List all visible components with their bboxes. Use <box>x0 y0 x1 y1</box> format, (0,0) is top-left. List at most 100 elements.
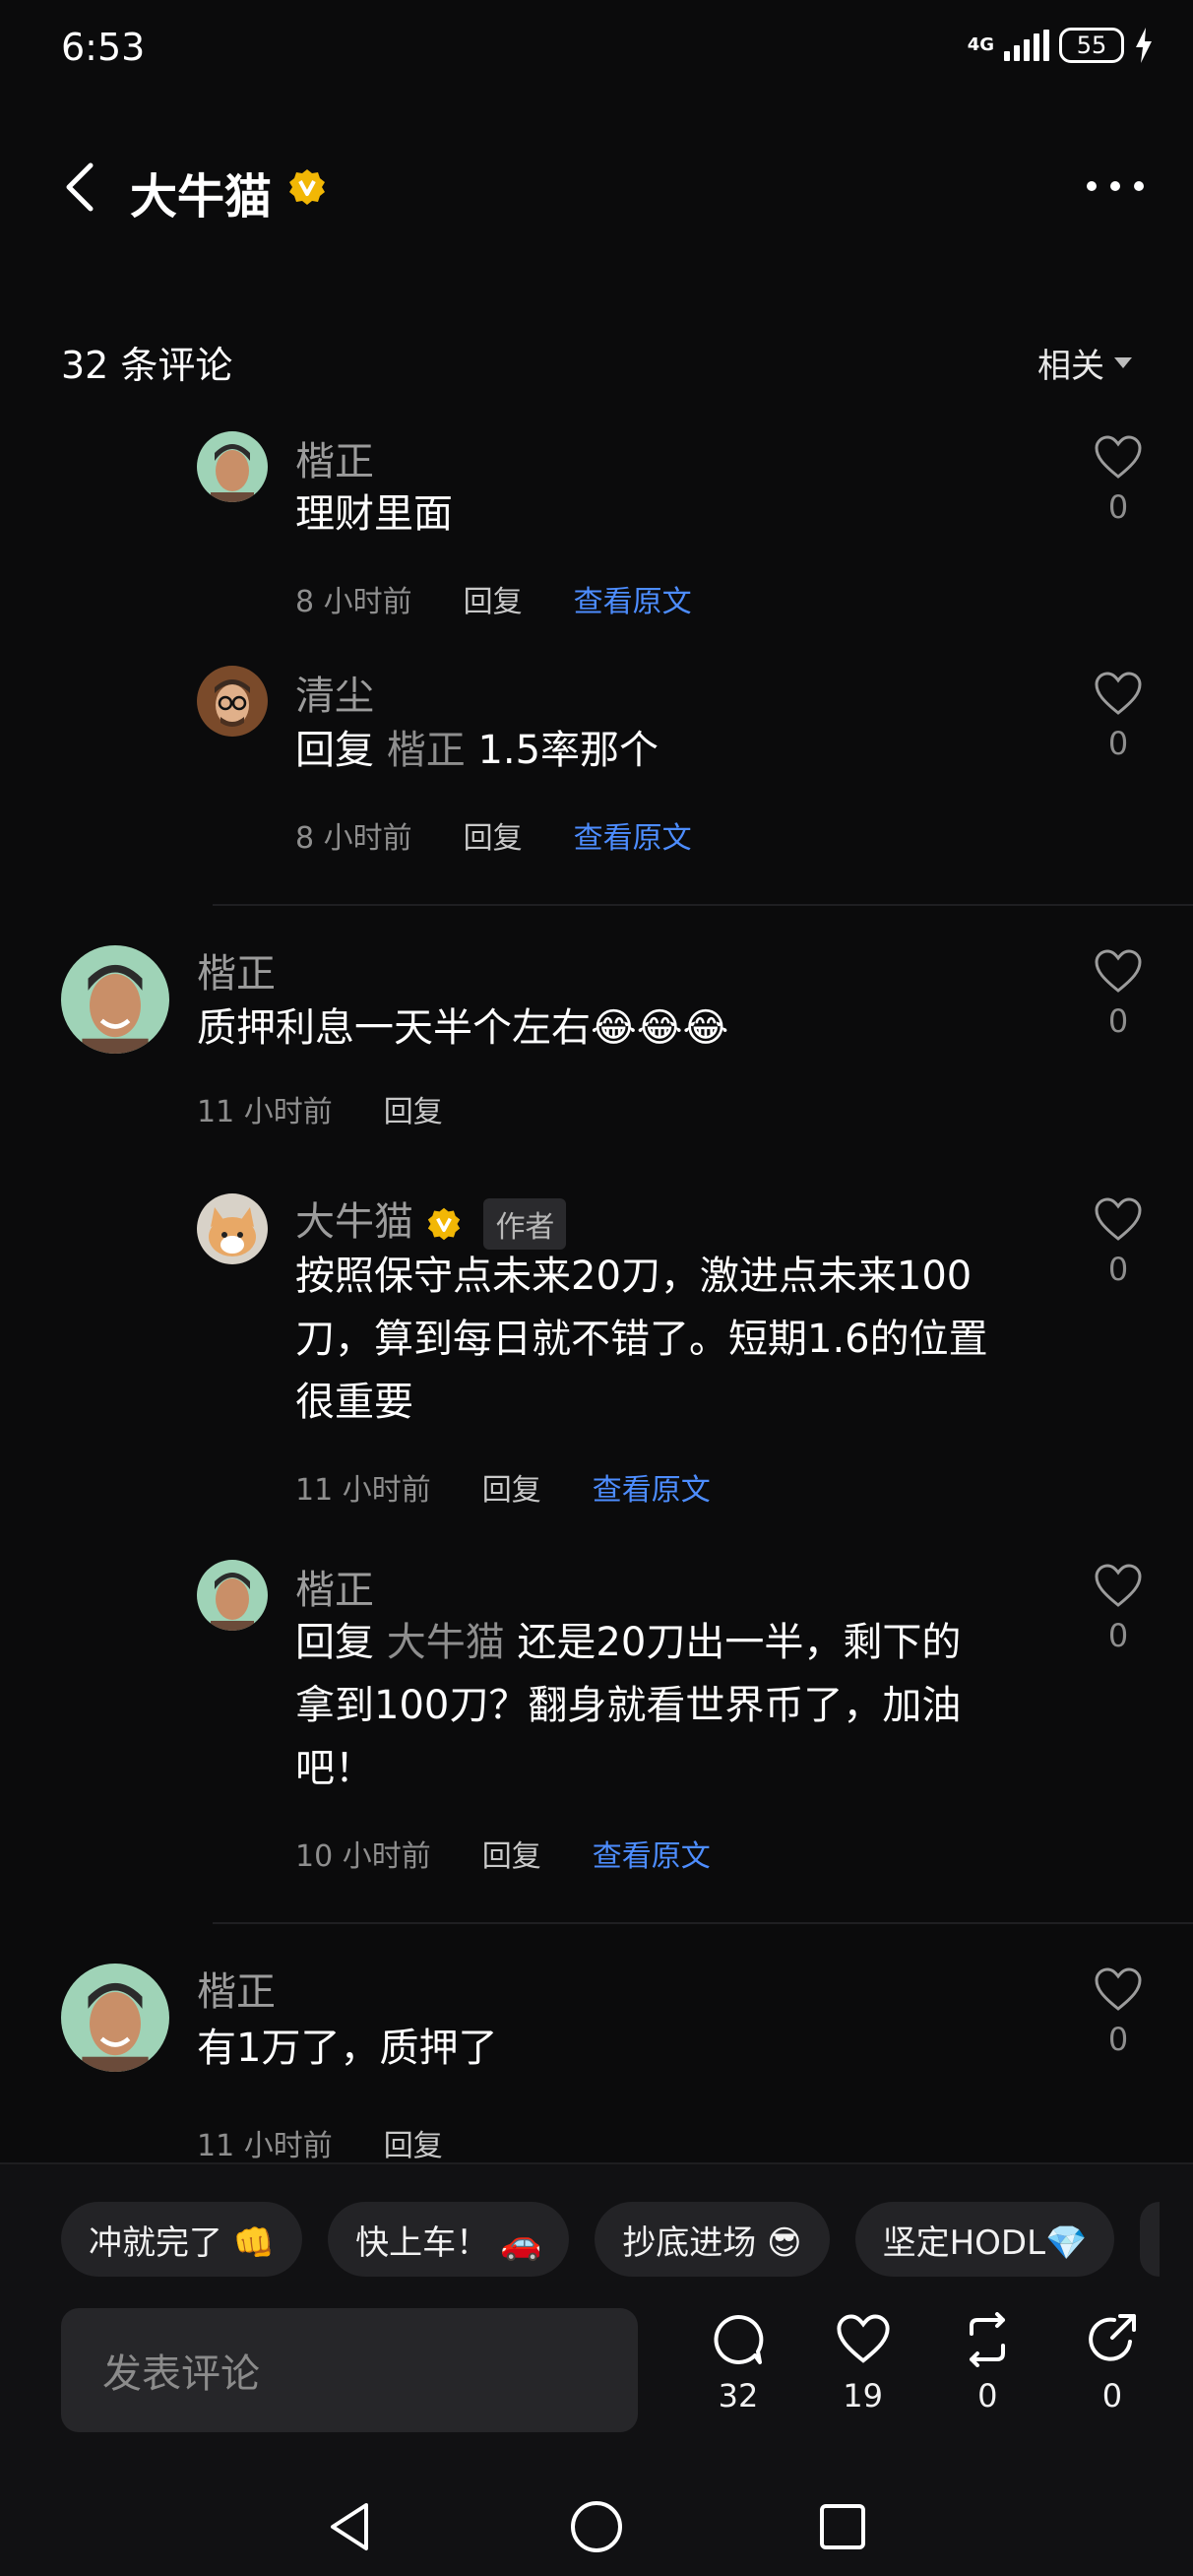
avatar[interactable] <box>197 1193 268 1264</box>
avatar[interactable] <box>197 1560 268 1631</box>
comment-time: 8 小时前 <box>295 585 412 619</box>
avatar[interactable] <box>61 1964 169 2072</box>
heart-icon <box>837 2314 890 2363</box>
bottom-panel: 冲就完了 👊 快上车！ 🚗 抄底进场 😎 坚定HODL💎 发表评论 32 19 … <box>0 2162 1193 2576</box>
view-original-link[interactable]: 查看原文 <box>593 1832 711 1875</box>
verified-badge-icon <box>427 1207 460 1241</box>
reply-button[interactable]: 回复 <box>482 1465 541 1509</box>
status-time: 6:53 <box>61 26 146 69</box>
view-original-link[interactable]: 查看原文 <box>574 813 692 857</box>
like-count: 0 <box>1107 2021 1129 2058</box>
comment-text: 有1万了，质押了 <box>197 2026 498 2071</box>
avatar[interactable] <box>197 431 268 502</box>
chevron-down-icon <box>1114 357 1132 368</box>
comment-text: 按照保守点未来20刀，激进点未来100 刀，算到每日就不错了。短期1.6的位置 … <box>295 1245 988 1434</box>
quick-reply-chip[interactable]: 快上车！ 🚗 <box>328 2202 570 2277</box>
avatar[interactable] <box>197 666 268 737</box>
heart-icon <box>1095 1197 1142 1241</box>
comment-text: 质押利息一天半个左右😂😂😂 <box>197 1005 729 1051</box>
comment-author: 大牛猫 作者 <box>295 1190 567 1250</box>
system-nav-bar <box>0 2478 1193 2576</box>
heart-icon <box>1095 1564 1142 1607</box>
comment-author[interactable]: 楷正 <box>197 1960 276 2017</box>
like-button[interactable]: 0 <box>1087 1967 1150 2058</box>
page-title: 大牛猫 <box>130 169 273 225</box>
like-button[interactable]: 0 <box>1087 1197 1150 1288</box>
reply-prefix: 回复 <box>295 728 374 773</box>
verified-badge-icon <box>289 169 325 205</box>
reply-prefix: 回复 <box>295 1620 374 1665</box>
battery-level: 55 <box>1076 32 1107 59</box>
comment-text: 回复 楷正 1.5率那个 <box>295 719 659 782</box>
comment-text-line: 刀，算到每日就不错了。短期1.6的位置 <box>295 1317 988 1362</box>
like-button[interactable]: 0 <box>1087 1564 1150 1654</box>
comment-text-line: 很重要 <box>295 1380 413 1425</box>
repost-icon <box>970 2312 1006 2367</box>
like-count: 0 <box>1107 725 1129 762</box>
comment-count: 32 条评论 <box>61 344 233 387</box>
repost-count-label: 0 <box>977 2377 998 2415</box>
share-icon <box>1089 2314 1136 2361</box>
like-count: 0 <box>1107 488 1129 526</box>
avatar[interactable] <box>61 945 169 1054</box>
quick-reply-chip[interactable]: 冲就完了 👊 <box>61 2202 303 2277</box>
comment-time: 11 小时前 <box>295 1473 431 1508</box>
signal-icon <box>1004 30 1049 61</box>
comment-time: 11 小时前 <box>197 1095 333 1129</box>
view-original-link[interactable]: 查看原文 <box>574 577 692 620</box>
heart-icon <box>1095 672 1142 715</box>
divider <box>213 904 1193 906</box>
like-button[interactable]: 0 <box>1087 949 1150 1040</box>
comment-author[interactable]: 清尘 <box>295 664 374 721</box>
like-button[interactable]: 0 <box>1087 435 1150 526</box>
author-name[interactable]: 大牛猫 <box>295 1199 413 1245</box>
nav-recents-icon[interactable] <box>813 2497 872 2556</box>
author-tag: 作者 <box>483 1198 567 1250</box>
battery-icon: 55 <box>1059 28 1124 63</box>
reply-button[interactable]: 回复 <box>464 577 523 620</box>
comment-author[interactable]: 楷正 <box>197 941 276 998</box>
sort-label: 相关 <box>1037 347 1104 386</box>
like-button[interactable]: 0 <box>1087 672 1150 762</box>
comment-meta: 11 小时前 回复 <box>197 1087 443 1130</box>
reply-button[interactable]: 回复 <box>384 2121 443 2164</box>
comment-text: 理财里面 <box>295 491 453 537</box>
more-icon[interactable] <box>1087 181 1144 191</box>
heart-icon <box>1095 435 1142 479</box>
mention-link[interactable]: 大牛猫 <box>387 1620 505 1665</box>
like-count: 0 <box>1107 1251 1129 1288</box>
charging-icon <box>1136 28 1152 63</box>
quick-reply-chip[interactable] <box>1140 2202 1161 2277</box>
comment-action[interactable]: 32 <box>689 2312 787 2415</box>
quick-reply-chip[interactable]: 坚定HODL💎 <box>854 2202 1115 2277</box>
status-bar: 6:53 4G 55 <box>0 0 1193 98</box>
back-icon[interactable] <box>59 158 102 217</box>
comment-input-placeholder: 发表评论 <box>102 2351 260 2397</box>
comment-time: 8 小时前 <box>295 821 412 856</box>
reply-button[interactable]: 回复 <box>482 1832 541 1875</box>
heart-icon <box>1095 1967 1142 2011</box>
like-action[interactable]: 19 <box>814 2312 912 2415</box>
share-action[interactable]: 0 <box>1063 2312 1162 2415</box>
comment-text: 回复 大牛猫 还是20刀出一半，剩下的 拿到100刀？翻身就看世界币了，加油 吧… <box>295 1611 961 1800</box>
like-count: 0 <box>1107 1002 1129 1040</box>
comment-input[interactable]: 发表评论 <box>61 2308 638 2432</box>
comment-meta: 8 小时前 回复 查看原文 <box>295 813 692 857</box>
nav-back-icon[interactable] <box>321 2497 380 2556</box>
comment-icon <box>714 2314 764 2364</box>
reply-button[interactable]: 回复 <box>464 813 523 857</box>
view-original-link[interactable]: 查看原文 <box>593 1465 711 1509</box>
comment-author[interactable]: 楷正 <box>295 1558 374 1615</box>
sort-dropdown[interactable]: 相关 <box>1037 339 1132 387</box>
divider <box>213 1922 1193 1924</box>
comment-meta: 8 小时前 回复 查看原文 <box>295 577 692 620</box>
comment-count-label: 32 <box>718 2377 759 2415</box>
repost-action[interactable]: 0 <box>938 2312 1036 2415</box>
mention-link[interactable]: 楷正 <box>387 728 466 773</box>
comment-author[interactable]: 楷正 <box>295 429 374 486</box>
comment-meta: 11 小时前 回复 <box>197 2121 443 2164</box>
nav-home-icon[interactable] <box>567 2497 626 2556</box>
reply-button[interactable]: 回复 <box>384 1087 443 1130</box>
quick-reply-chip[interactable]: 抄底进场 😎 <box>595 2202 830 2277</box>
quick-replies: 冲就完了 👊 快上车！ 🚗 抄底进场 😎 坚定HODL💎 <box>61 2202 1161 2277</box>
